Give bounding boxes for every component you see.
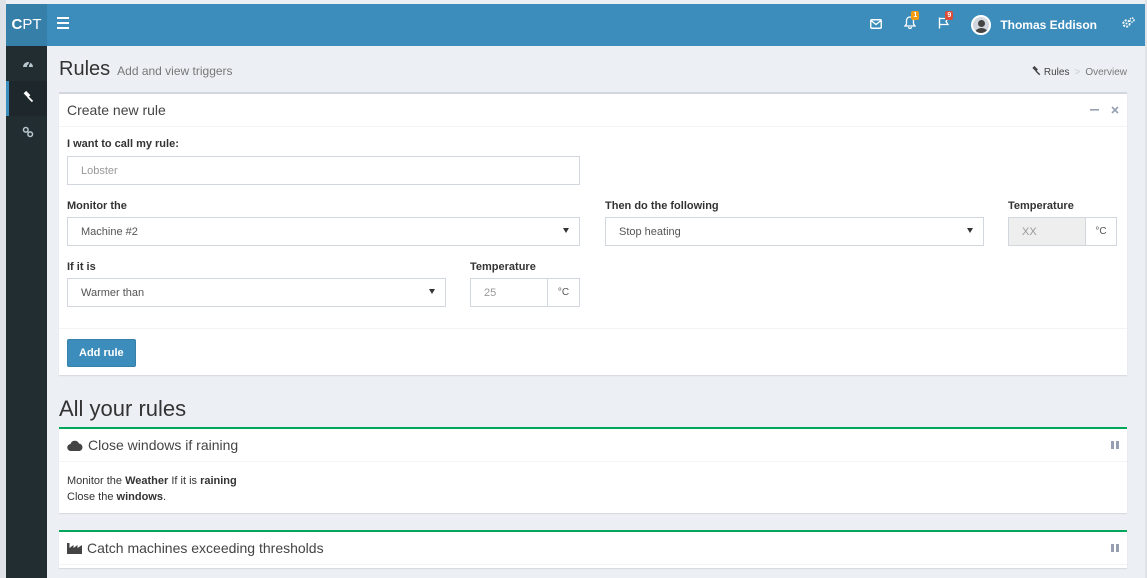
create-rule-header: Create new rule: [59, 94, 1127, 127]
rule-title: Catch machines exceeding thresholds: [87, 540, 324, 556]
rule-name-label: I want to call my rule:: [67, 138, 179, 150]
user-name: Thomas Eddison: [1000, 18, 1097, 32]
temperature-input-right[interactable]: XX: [1008, 217, 1086, 246]
caret-down-icon: [563, 228, 569, 233]
sidebar-toggle-button[interactable]: [57, 17, 69, 31]
caret-down-icon: [429, 289, 435, 294]
condition-select-value: Warmer than: [81, 286, 145, 299]
rule-card: Close windows if raining Monitor the Wea…: [59, 427, 1127, 513]
remove-button[interactable]: [1111, 104, 1119, 116]
rule-action-line: Close the windows.: [67, 491, 167, 503]
box-tools: [1111, 544, 1119, 552]
messages-button[interactable]: [859, 4, 893, 46]
minus-icon: [1090, 109, 1099, 111]
pause-rule-button[interactable]: [1111, 544, 1119, 552]
monitor-select-value: Machine #2: [81, 225, 138, 238]
rules-section-title: All your rules: [59, 396, 187, 421]
rule-name-input[interactable]: Lobster: [67, 156, 580, 185]
action-select-value: Stop heating: [619, 225, 681, 238]
temperature-label-right: Temperature: [1008, 200, 1074, 212]
close-icon: [1111, 106, 1119, 114]
link-icon: [22, 125, 34, 143]
tasks-badge: 9: [945, 11, 954, 20]
pause-rule-button[interactable]: [1111, 441, 1119, 449]
rule-title: Close windows if raining: [88, 437, 239, 453]
condition-label: If it is: [67, 261, 96, 273]
monitor-label: Monitor the: [67, 200, 127, 212]
content-wrapper: Rules Add and view triggers Rules > Over…: [47, 46, 1145, 578]
breadcrumb-separator: >: [1074, 67, 1081, 78]
add-rule-button[interactable]: Add rule: [67, 339, 136, 367]
page-header: Rules Add and view triggers: [59, 58, 233, 81]
sidebar: [6, 46, 47, 578]
collapse-button[interactable]: [1090, 104, 1099, 116]
breadcrumb: Rules > Overview: [1031, 65, 1127, 79]
box-tools: [1111, 441, 1119, 449]
condition-select[interactable]: Warmer than: [67, 278, 446, 307]
celsius-addon-right: °C: [1085, 217, 1117, 246]
gavel-icon: [1031, 65, 1041, 79]
sidebar-item-links[interactable]: [6, 116, 47, 151]
app-logo[interactable]: CPT: [6, 4, 47, 46]
settings-button[interactable]: [1111, 4, 1145, 46]
tasks-button[interactable]: 9: [927, 4, 961, 46]
page-subtitle: Add and view triggers: [117, 64, 233, 78]
dashboard-icon: [22, 55, 34, 73]
page-title: Rules: [59, 58, 111, 80]
rule-card: Catch machines exceeding thresholds: [59, 530, 1127, 568]
notifications-badge: 1: [911, 11, 920, 20]
breadcrumb-current: Overview: [1085, 67, 1127, 78]
box-tools: [1090, 104, 1119, 116]
rule-monitor-line: Monitor the Weather If it is raining: [67, 475, 237, 487]
create-rule-footer: Add rule: [59, 328, 1127, 375]
rule-description: Monitor the Weather If it is raining Clo…: [59, 462, 1127, 516]
navbar-right: 1 9 Thomas Eddison: [859, 4, 1145, 46]
envelope-icon: [870, 16, 883, 34]
rule-card-header: Catch machines exceeding thresholds: [59, 532, 1127, 565]
temperature-label-left: Temperature: [470, 261, 536, 273]
gavel-icon: [22, 90, 34, 108]
monitor-select[interactable]: Machine #2: [67, 217, 580, 246]
notifications-button[interactable]: 1: [893, 4, 927, 46]
top-navbar: CPT 1 9 Thomas Eddison: [6, 4, 1145, 46]
caret-down-icon: [967, 228, 973, 233]
industry-icon: [67, 542, 82, 554]
sidebar-item-dashboard[interactable]: [6, 46, 47, 81]
create-rule-title: Create new rule: [67, 102, 166, 118]
create-rule-form: I want to call my rule: Lobster Monitor …: [59, 127, 1127, 327]
celsius-addon-left: °C: [547, 278, 580, 307]
avatar: [971, 15, 992, 35]
user-menu[interactable]: Thomas Eddison: [961, 4, 1111, 46]
cloud-icon: [67, 440, 83, 451]
action-select[interactable]: Stop heating: [605, 217, 984, 246]
rule-card-header: Close windows if raining: [59, 429, 1127, 462]
action-label: Then do the following: [605, 200, 719, 212]
breadcrumb-rules-link[interactable]: Rules: [1044, 67, 1070, 78]
sidebar-item-rules[interactable]: [6, 81, 47, 116]
cogs-icon: [1121, 16, 1135, 34]
create-rule-box: Create new rule I want to call my rule: …: [59, 92, 1127, 375]
temperature-input-left[interactable]: 25: [470, 278, 548, 307]
